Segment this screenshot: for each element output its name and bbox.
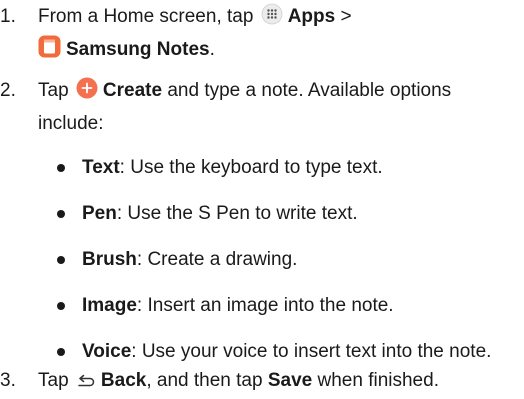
option-desc: : Create a drawing.: [136, 249, 298, 270]
step-3: 3. Tap Back, and then tap Save when fini…: [0, 366, 524, 396]
option-text: Pen: Use the S Pen to write text.: [82, 199, 358, 229]
bullet-dot: [57, 302, 65, 310]
bullet-dot: [57, 256, 65, 264]
step-text-lead: From a Home screen, tap: [38, 6, 254, 27]
menu-separator: >: [340, 6, 352, 27]
create-label: Create: [102, 80, 163, 101]
step-text-end: .: [209, 39, 215, 60]
step-text-lead: Tap: [38, 370, 69, 391]
option-desc: : Use your voice to insert text into the…: [131, 341, 492, 362]
step-text-end: when finished.: [317, 370, 439, 391]
save-label: Save: [267, 370, 313, 391]
option-term: Text: [82, 157, 120, 178]
bullet-dot: [57, 164, 65, 172]
option-desc: : Use the keyboard to type text.: [119, 157, 383, 178]
step-number: 1.: [0, 6, 16, 27]
option-text: Image: Insert an image into the note.: [82, 291, 394, 321]
bullet-dot: [57, 348, 65, 356]
step-text: From a Home screen, tap Apps > Samsung N…: [38, 2, 518, 68]
step-2: 2. Tap Create and type a note. Available…: [0, 76, 524, 138]
step-1: 1. From a Home screen, tap Apps > Samsun…: [0, 2, 524, 64]
step-text: Tap Create and type a note. Available op…: [38, 76, 518, 139]
option-text: Text: Use the keyboard to type text.: [82, 153, 383, 183]
option-text: Brush: Create a drawing.: [82, 245, 297, 275]
option-term: Pen: [82, 203, 117, 224]
step-text-lead: Tap: [38, 80, 69, 101]
step-number: 2.: [0, 80, 16, 101]
option-term: Voice: [82, 341, 132, 362]
step-text: Tap Back, and then tap Save when finishe…: [38, 366, 518, 399]
option-text: Voice: Use your voice to insert text int…: [82, 337, 491, 367]
option-desc: : Use the S Pen to write text.: [116, 203, 358, 224]
option-term: Brush: [82, 249, 137, 270]
create-plus-icon: [76, 77, 98, 109]
bullet-dot: [57, 210, 65, 218]
option-desc: : Insert an image into the note.: [136, 295, 394, 316]
samsung-notes-label: Samsung Notes: [66, 39, 210, 60]
step-text-mid: , and then tap: [146, 370, 263, 391]
document-page: { "steps": [ { "number": "1.", "pre": "F…: [0, 0, 524, 395]
apps-label: Apps: [287, 6, 336, 27]
apps-grid-icon: [261, 3, 283, 35]
step-number: 3.: [0, 370, 16, 391]
samsung-notes-icon: [38, 35, 61, 68]
option-term: Image: [82, 295, 137, 316]
step-text-rest: and type a note. Available options inclu…: [38, 80, 452, 134]
back-label: Back: [100, 370, 147, 391]
